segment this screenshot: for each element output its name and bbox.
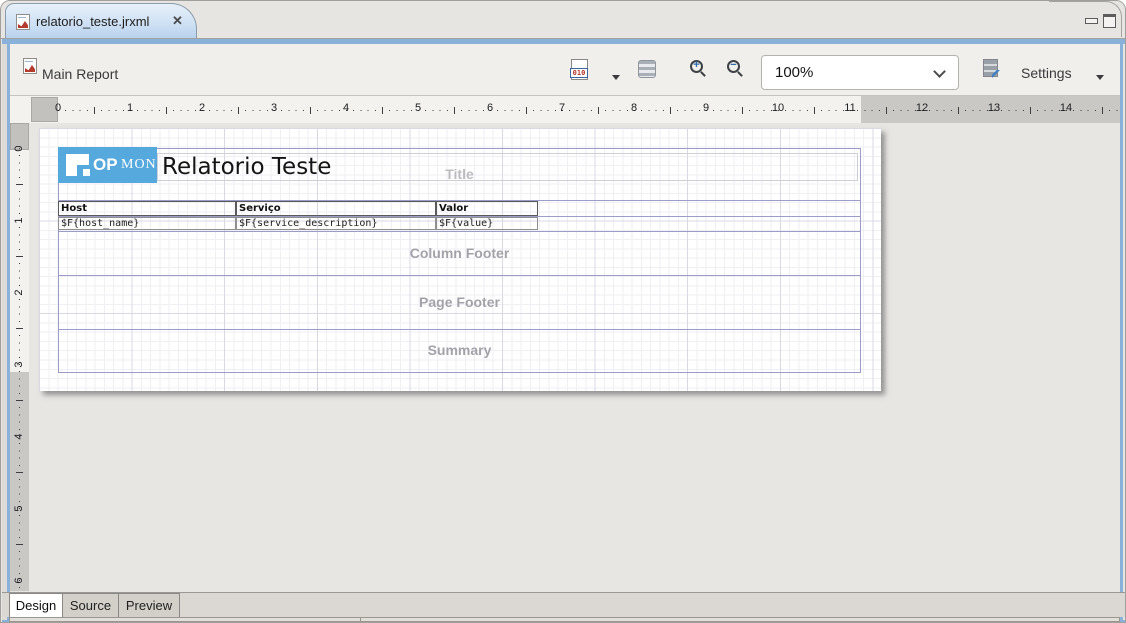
tab-preview[interactable]: Preview	[118, 593, 180, 618]
h-ruler-number: 5	[415, 102, 421, 114]
band-label-summary: Summary	[58, 342, 861, 358]
horizontal-ruler-handle[interactable]	[31, 97, 58, 122]
tab-design[interactable]: Design	[9, 593, 63, 618]
v-ruler-number: 2	[13, 286, 26, 299]
band-label-title: Title	[58, 166, 861, 182]
h-ruler-number: 2	[199, 102, 205, 114]
h-ruler-number: 7	[559, 102, 565, 114]
dataset-icon-label: 010	[570, 68, 588, 78]
band-label-page-footer: Page Footer	[58, 294, 861, 310]
h-ruler-number: 13	[988, 102, 1000, 114]
v-ruler-number: 6	[13, 574, 26, 587]
v-ruler-number: 4	[13, 430, 26, 443]
outline-list-icon[interactable]	[638, 60, 656, 78]
main-report-selector[interactable]: Main Report	[42, 66, 118, 82]
band-line-detail-bottom	[58, 231, 861, 232]
tab-source[interactable]: Source	[62, 593, 119, 618]
settings-dropdown-arrow-icon[interactable]	[1096, 75, 1104, 80]
h-ruler-number: 8	[631, 102, 637, 114]
v-ruler-number: 3	[13, 358, 26, 371]
minimize-icon[interactable]	[1085, 18, 1098, 24]
h-ruler-number: 1	[127, 102, 133, 114]
report-file-icon	[16, 14, 30, 30]
editor-mode-tab-bar: Design Source Preview	[2, 592, 1126, 617]
report-designer-window: relatorio_teste.jrxml ✕ Main Report 010 …	[0, 0, 1126, 623]
designer-toolbar: Main Report 010 + − 100% Settings	[10, 44, 1120, 96]
h-ruler-number: 3	[271, 102, 277, 114]
zoom-in-icon[interactable]: +	[690, 60, 703, 73]
report-page[interactable]: OP MON Relatorio Teste Title Host Serviç…	[39, 128, 881, 391]
horizontal-ruler-midticks	[58, 107, 1120, 114]
status-bar-left	[9, 617, 361, 622]
v-ruler-number: 5	[13, 502, 26, 515]
part-highlight-right	[1120, 44, 1123, 621]
vertical-ruler: 0 1 2 3 4 5 6	[10, 123, 29, 591]
h-ruler-number: 11	[844, 102, 855, 114]
h-ruler-number: 9	[703, 102, 709, 114]
horizontal-ruler: 01234567891011121314	[10, 96, 1120, 123]
field-value[interactable]: $F{value}	[436, 217, 538, 230]
editor-tab-title: relatorio_teste.jrxml	[36, 14, 149, 29]
column-header-host[interactable]: Host	[58, 201, 236, 216]
h-ruler-number: 14	[1060, 102, 1072, 114]
report-file-icon	[23, 58, 37, 74]
band-line-columnfooter-bottom	[58, 275, 861, 276]
settings-icon[interactable]	[983, 59, 998, 77]
field-service-description[interactable]: $F{service_description}	[236, 217, 436, 230]
close-icon[interactable]: ✕	[172, 13, 183, 29]
v-ruler-number: 0	[13, 142, 26, 155]
h-ruler-number: 4	[343, 102, 349, 114]
editor-tab-relatorio-teste[interactable]: relatorio_teste.jrxml ✕	[5, 3, 197, 39]
h-ruler-number: 10	[772, 102, 784, 114]
dataset-icon[interactable]: 010	[571, 59, 588, 80]
h-ruler-number: 6	[487, 102, 493, 114]
field-host-name[interactable]: $F{host_name}	[58, 217, 236, 230]
column-header-valor[interactable]: Valor	[436, 201, 538, 216]
column-header-servico[interactable]: Serviço	[236, 201, 436, 216]
zoom-level-combobox[interactable]: 100%	[761, 55, 959, 90]
band-label-column-footer: Column Footer	[58, 245, 861, 261]
h-ruler-number: 0	[55, 102, 61, 114]
maximize-icon[interactable]	[1103, 14, 1116, 28]
zoom-level-value: 100%	[775, 64, 813, 81]
chevron-down-icon	[933, 65, 946, 78]
dataset-dropdown-arrow-icon[interactable]	[612, 75, 620, 80]
band-line-summary-bottom	[58, 372, 861, 373]
zoom-out-icon[interactable]: −	[727, 60, 740, 73]
design-canvas[interactable]: OP MON Relatorio Teste Title Host Serviç…	[29, 123, 1120, 591]
settings-button[interactable]: Settings	[1021, 65, 1072, 81]
v-ruler-number: 1	[13, 214, 26, 227]
band-line-top-margin	[58, 148, 861, 149]
status-bar-right	[360, 617, 1120, 622]
h-ruler-number: 12	[916, 102, 928, 114]
band-line-pagefooter-bottom	[58, 329, 861, 330]
